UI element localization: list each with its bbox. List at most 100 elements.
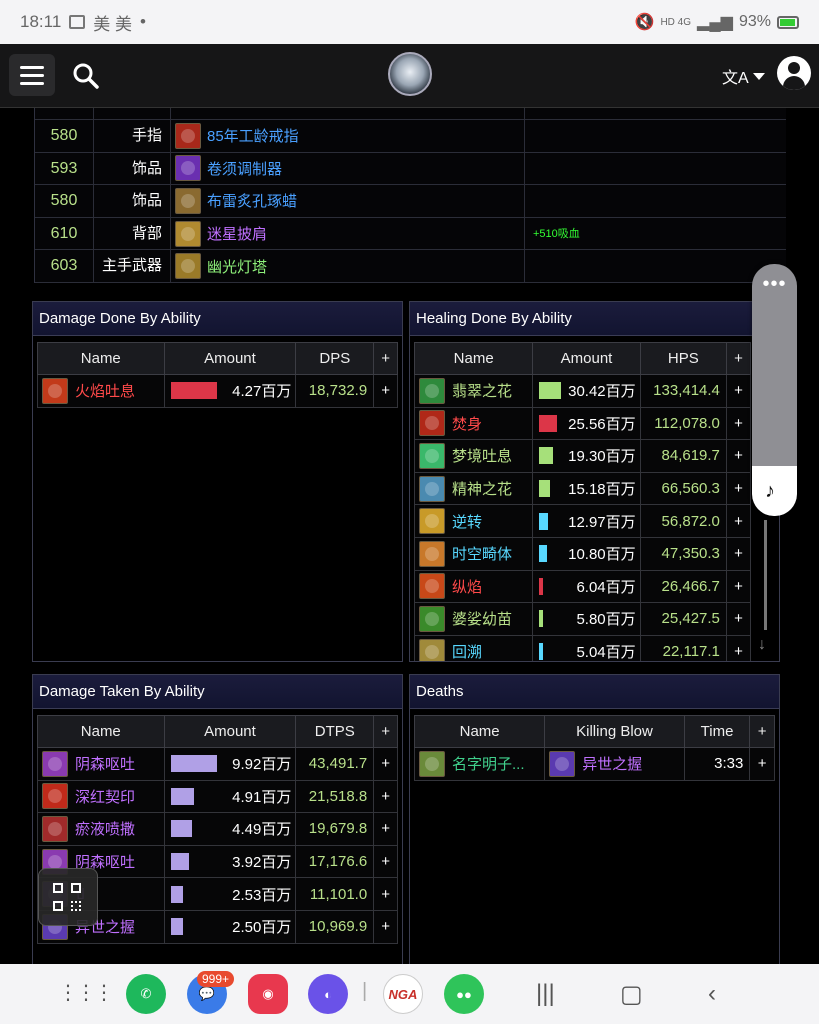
ability-icon[interactable]	[419, 638, 445, 661]
home-icon[interactable]: ▢	[620, 980, 643, 1009]
expand-plus-button[interactable]: +	[725, 569, 752, 604]
expand-plus-button[interactable]: +	[725, 504, 752, 538]
ability-name-cell[interactable]: 火焰吐息	[37, 374, 165, 408]
more-dots-icon[interactable]: •••	[752, 274, 797, 294]
ability-name[interactable]: 翡翠之花	[452, 380, 512, 401]
col-name[interactable]: Name	[37, 342, 165, 375]
site-logo[interactable]	[388, 52, 432, 96]
ability-icon[interactable]	[549, 750, 576, 777]
item-name-link[interactable]: 布雷炙孔琢蜡	[207, 190, 297, 211]
col-add-button[interactable]: +	[373, 715, 398, 748]
ability-name[interactable]: 梦境吐息	[452, 445, 512, 466]
col-dtps[interactable]: DTPS	[295, 715, 375, 748]
app-drawer-icon[interactable]: ⋮⋮⋮	[58, 980, 114, 1005]
ability-name-cell[interactable]: 阴森呕吐	[37, 747, 165, 781]
ability-name[interactable]: 纵焰	[452, 576, 482, 597]
item-icon[interactable]	[175, 220, 201, 247]
recent-apps-icon[interactable]: |||	[536, 980, 555, 1008]
col-add-button[interactable]: +	[725, 342, 752, 375]
ability-icon[interactable]	[42, 783, 68, 810]
floating-side-tool[interactable]: ••• ♪	[752, 264, 797, 516]
player-name[interactable]: 名字明子...	[452, 753, 525, 774]
expand-plus-button[interactable]: +	[725, 602, 752, 636]
ability-icon[interactable]	[419, 442, 445, 469]
expand-plus-button[interactable]: +	[373, 779, 398, 814]
expand-plus-button[interactable]: +	[725, 471, 752, 506]
expand-plus-button[interactable]: +	[725, 634, 752, 661]
ability-name-cell[interactable]: 逆转	[413, 504, 534, 538]
expand-plus-button[interactable]: +	[373, 374, 398, 408]
scroll-down-arrow-icon[interactable]: ↓	[758, 636, 766, 654]
col-amount[interactable]: Amount	[532, 342, 641, 375]
ability-icon[interactable]	[419, 377, 445, 404]
ability-icon[interactable]	[419, 573, 445, 600]
item-name-link[interactable]: 迷星披肩	[207, 223, 267, 244]
ability-icon[interactable]	[419, 508, 445, 535]
search-icon[interactable]	[72, 62, 100, 90]
ability-icon[interactable]	[42, 377, 68, 404]
ability-name-cell[interactable]: 回溯	[413, 634, 534, 661]
ability-icon[interactable]	[419, 540, 445, 567]
expand-plus-button[interactable]: +	[725, 374, 752, 408]
col-name[interactable]: Name	[37, 715, 165, 748]
expand-plus-button[interactable]: +	[749, 747, 775, 781]
killing-blow-cell[interactable]: 异世之握	[544, 747, 685, 781]
ability-icon[interactable]	[42, 750, 68, 777]
col-amount[interactable]: Amount	[163, 715, 297, 748]
expand-plus-button[interactable]: +	[373, 812, 398, 846]
expand-plus-button[interactable]: +	[725, 536, 752, 571]
killing-blow-name[interactable]: 异世之握	[582, 753, 642, 774]
col-killing-blow[interactable]: Killing Blow	[544, 715, 685, 748]
expand-plus-button[interactable]: +	[373, 747, 398, 781]
account-avatar-icon[interactable]	[777, 56, 811, 90]
item-icon[interactable]	[175, 253, 201, 280]
ability-name[interactable]: 婆娑幼苗	[452, 608, 512, 629]
ability-name[interactable]: 回溯	[452, 641, 482, 661]
item-name-link[interactable]: 卷须调制器	[207, 158, 282, 179]
ability-icon[interactable]	[419, 475, 445, 502]
item-name-link[interactable]: 幽光灯塔	[207, 256, 267, 277]
ability-name-cell[interactable]: 精神之花	[413, 471, 534, 506]
ability-name[interactable]: 瘀液喷撒	[75, 818, 135, 839]
ability-name-cell[interactable]: 婆娑幼苗	[413, 602, 534, 636]
ability-name-cell[interactable]: 瘀液喷撒	[37, 812, 165, 846]
ability-name-cell[interactable]: 焚身	[413, 406, 534, 441]
col-add-button[interactable]: +	[749, 715, 775, 748]
camera-app-icon[interactable]: ◉	[248, 974, 288, 1014]
phone-app-icon[interactable]: ✆	[126, 974, 166, 1014]
wechat-app-icon[interactable]: ●●	[444, 974, 484, 1014]
ability-name[interactable]: 逆转	[452, 511, 482, 532]
ability-name[interactable]: 深红契印	[75, 786, 135, 807]
col-hps[interactable]: HPS	[639, 342, 727, 375]
ability-name-cell[interactable]: 梦境吐息	[413, 439, 534, 473]
nga-app-icon[interactable]: NGA	[383, 974, 423, 1014]
col-time[interactable]: Time	[683, 715, 751, 748]
expand-plus-button[interactable]: +	[373, 909, 398, 944]
ability-name[interactable]: 精神之花	[452, 478, 512, 499]
expand-plus-button[interactable]: +	[373, 844, 398, 879]
music-button[interactable]: ♪	[752, 466, 797, 516]
item-icon[interactable]	[175, 122, 201, 149]
back-icon[interactable]: ‹	[708, 980, 716, 1008]
internet-app-icon[interactable]: ◐	[308, 974, 348, 1014]
item-icon[interactable]	[175, 155, 201, 182]
ability-name-cell[interactable]: 翡翠之花	[413, 374, 534, 408]
col-amount[interactable]: Amount	[163, 342, 297, 375]
ability-icon[interactable]	[419, 410, 445, 437]
expand-plus-button[interactable]: +	[725, 439, 752, 473]
item-icon[interactable]	[175, 187, 201, 214]
qr-code-icon[interactable]	[38, 868, 98, 926]
scrollbar[interactable]	[764, 520, 767, 630]
ability-name-cell[interactable]: 时空畸体	[413, 536, 534, 571]
ability-name[interactable]: 时空畸体	[452, 543, 512, 564]
ability-icon[interactable]	[419, 605, 445, 632]
item-cell[interactable]: 迷星披肩	[171, 217, 525, 250]
col-dps[interactable]: DPS	[295, 342, 375, 375]
item-cell[interactable]: 85年工龄戒指	[171, 120, 525, 152]
ability-name[interactable]: 阴森呕吐	[75, 753, 135, 774]
item-cell[interactable]: 布雷炙孔琢蜡	[171, 185, 525, 217]
ability-name[interactable]: 焚身	[452, 413, 482, 434]
ability-name-cell[interactable]: 深红契印	[37, 779, 165, 814]
col-name[interactable]: Name	[413, 342, 534, 375]
ability-name[interactable]: 火焰吐息	[75, 380, 135, 401]
